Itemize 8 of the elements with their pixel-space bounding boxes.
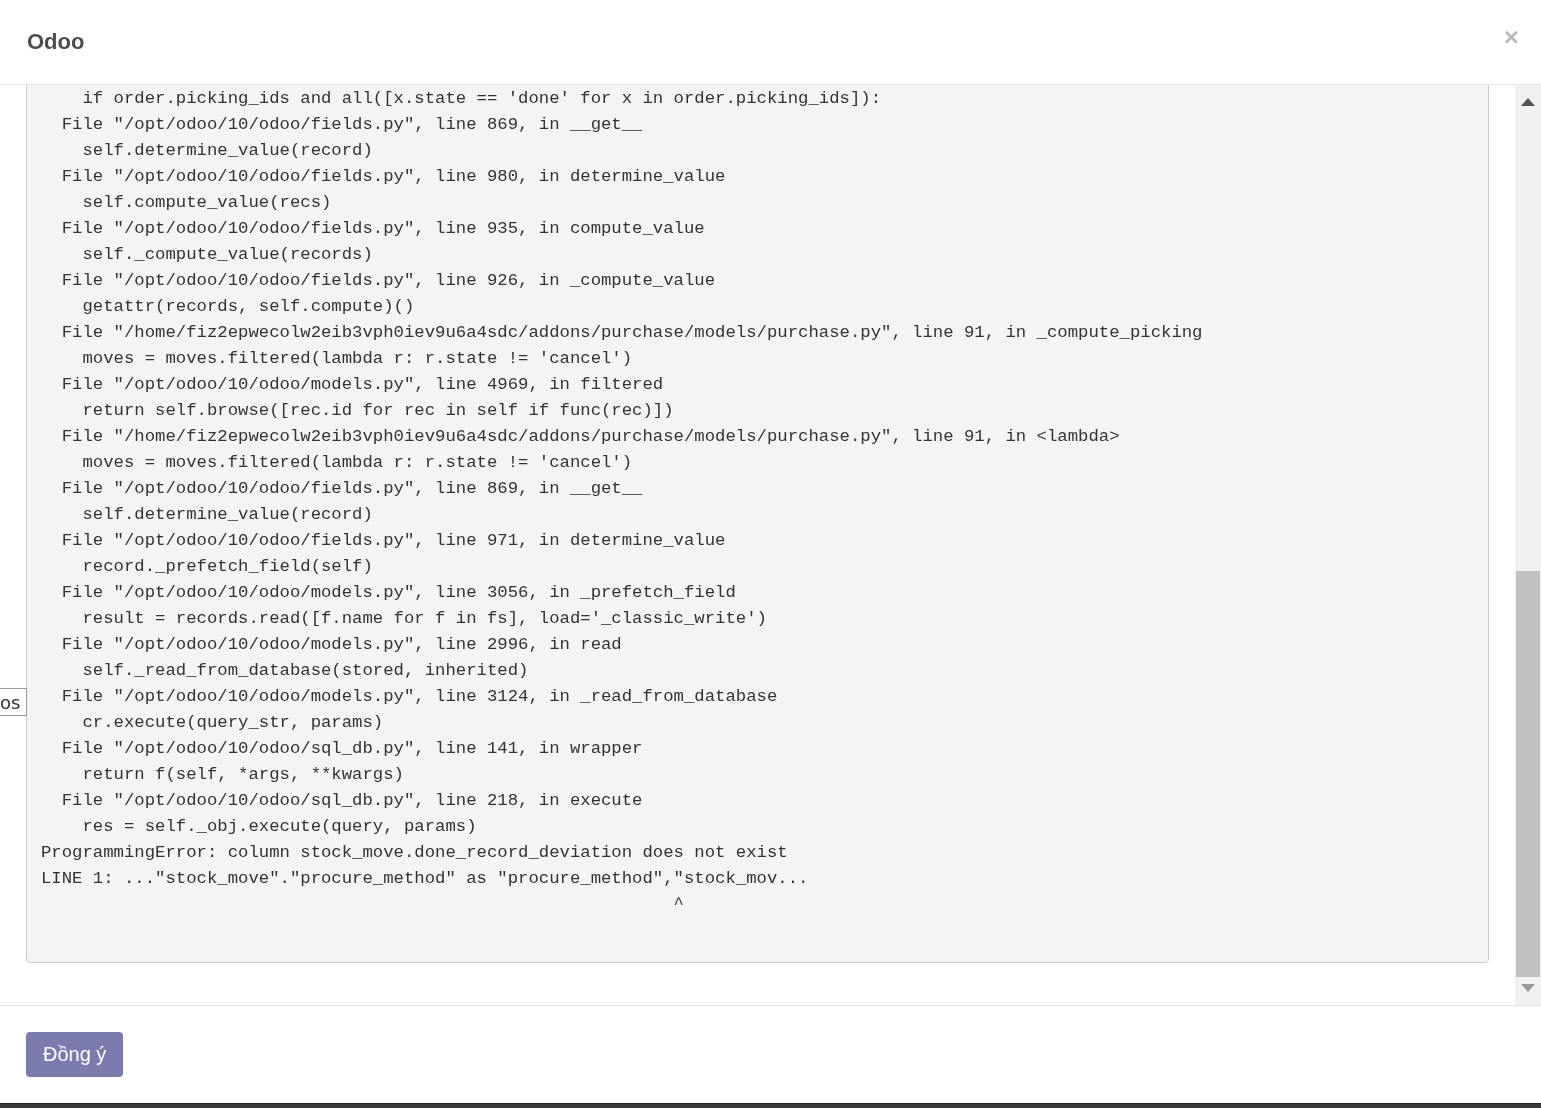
tooltip: os <box>0 688 28 716</box>
dialog-title: Odoo <box>27 29 85 55</box>
error-traceback: if order.picking_ids and all([x.state == 'done' for x in order.picking_ids]): File "/opt/odoo/10/odoo/fields.py", line 869, in __get__ self.determine_value(record) File "/opt/odoo/10/odoo/fields.py", line 980, in determine_value self.compute_value(recs) File "/opt/odoo/10/odoo/fields.py", line 935, in compute_value self._compute_value(records) File "/opt/odoo/10/odoo/fields.py", line 926, in _compute_value getattr(records, self.compute)() File "/home/fiz2epwecolw2eib3vph0iev9u6a4sdc/addons/purchase/models/purchase.py", line 91, in _compute_picking moves = moves.filtered(lambda r: r.state != 'cancel') File "/opt/odoo/10/odoo/models.py", line 4969, in filtered return self.browse([rec.id for rec in self if func(rec)]) File "/home/fiz2epwecolw2eib3vph0iev9u6a4sdc/addons/purchase/models/purchase.py", line 91, in <lambda> moves = moves.filtered(lambda r: r.state != 'cancel') File "/opt/odoo/10/odoo/fields.py", line 869, in __get__ self.determine_value(record) File "/opt/odoo/10/odoo/fields.py", line 971, in determine_value record._prefetch_field(self) File "/opt/odoo/10/odoo/models.py", line 3056, in _prefetch_field result = records.read([f.name for f in fs], load='_classic_write') File "/opt/odoo/10/odoo/models.py", line 2996, in read self._read_from_database(stored, inherited) File "/opt/odoo/10/odoo/models.py", line 3124, in _read_from_database cr.execute(query_str, params) File "/opt/odoo/10/odoo/sql_db.py", line 141, in wrapper return f(self, *args, **kwargs) File "/opt/odoo/10/odoo/sql_db.py", line 218, in execute res = self._obj.execute(query, params) ProgrammingError: column stock_move.done_record_deviation does not exist LINE 1: ..."stock_move"."procure_method" as "procure_method","stock_mov... ^ <box>26 85 1489 963</box>
scroll-down-icon[interactable] <box>1521 984 1535 994</box>
scrollbar-thumb[interactable] <box>1516 571 1540 977</box>
scrollbar[interactable] <box>1515 85 1541 1005</box>
confirm-button[interactable]: Đồng ý <box>26 1032 124 1077</box>
scroll-up-icon[interactable] <box>1521 96 1535 106</box>
